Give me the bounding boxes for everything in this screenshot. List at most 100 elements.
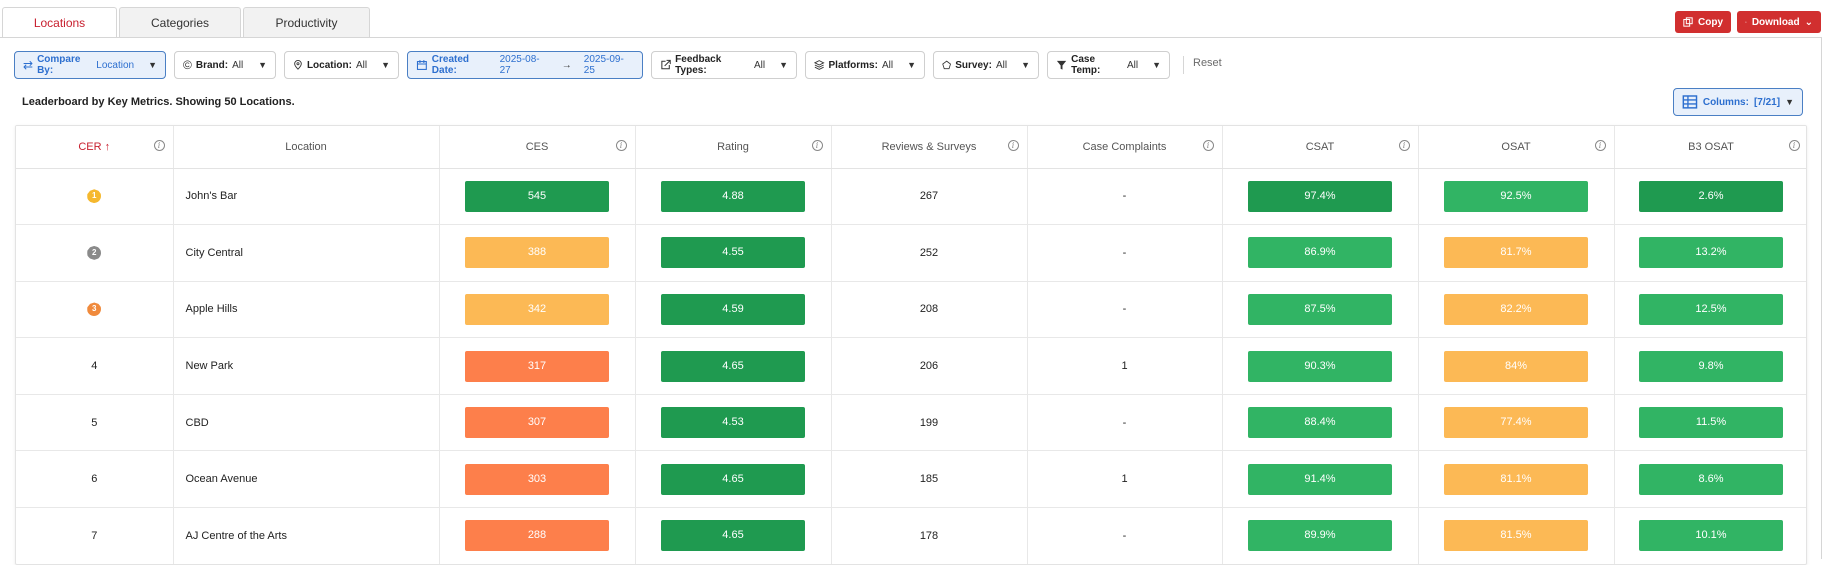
header-location[interactable]: Location (173, 126, 440, 169)
table-row[interactable]: 1 John's Bar 545 4.88 267 - 97.4% 92.5% 2.6% (16, 168, 1806, 226)
feedback-types-select[interactable]: Feedback Types: All ▼ (651, 51, 797, 79)
cases-value: - (1122, 303, 1127, 316)
location-name[interactable]: Ocean Avenue (186, 473, 258, 485)
cell-b3-osat: 2.6% (1614, 168, 1806, 226)
compare-by-select[interactable]: ⇄ Compare By: Location ▼ (14, 51, 166, 79)
case-temp-select[interactable]: Case Temp: All ▼ (1047, 51, 1170, 79)
table-row[interactable]: 5 CBD 307 4.53 199 - 88.4% 77.4% 11.5% (16, 394, 1806, 452)
location-name[interactable]: John's Bar (186, 190, 238, 202)
cell-csat: 88.4% (1222, 394, 1419, 452)
tab-productivity[interactable]: Productivity (243, 7, 370, 37)
ces-pill: 342 (465, 293, 609, 325)
rating-pill: 4.53 (661, 407, 805, 439)
cases-value: - (1122, 246, 1127, 259)
cell-ces: 388 (439, 224, 636, 282)
table-body: 1 John's Bar 545 4.88 267 - 97.4% 92.5% 2.6% 2 Cit… (16, 168, 1806, 564)
calendar-icon (416, 60, 427, 70)
info-icon[interactable]: i (1202, 140, 1214, 151)
reviews-value: 185 (919, 473, 939, 486)
header-case-complaints[interactable]: Case Complaints i (1027, 126, 1223, 169)
table-row[interactable]: 2 City Central 388 4.55 252 - 86.9% 81.7% 13.2% (16, 224, 1806, 282)
info-icon[interactable]: i (811, 140, 823, 151)
layers-icon (814, 60, 825, 70)
cell-location: Ocean Avenue (173, 450, 440, 509)
info-icon[interactable]: i (1594, 140, 1606, 151)
info-icon[interactable]: i (1007, 140, 1019, 151)
survey-select[interactable]: Survey: All ▼ (933, 51, 1039, 79)
header-osat-label: OSAT (1501, 140, 1531, 153)
tab-divider (0, 37, 1822, 38)
pentagon-icon (942, 60, 951, 70)
location-name[interactable]: AJ Centre of the Arts (186, 530, 288, 542)
cell-cases: - (1027, 394, 1223, 452)
location-name[interactable]: Apple Hills (186, 303, 238, 315)
csat-pill: 90.3% (1248, 350, 1392, 382)
header-csat[interactable]: CSAT i (1222, 126, 1419, 169)
b3-osat-pill: 8.6% (1639, 463, 1783, 495)
cell-osat: 81.1% (1418, 450, 1615, 509)
columns-button[interactable]: Columns: [7/21] ▼ (1673, 88, 1803, 116)
tab-locations[interactable]: Locations (2, 7, 117, 38)
chevron-down-icon: ▼ (1152, 60, 1161, 70)
header-cer[interactable]: CER ↑ i (16, 126, 174, 169)
panel-border (1821, 37, 1822, 559)
table-row[interactable]: 4 New Park 317 4.65 206 1 90.3% 84% 9.8% (16, 337, 1806, 395)
header-ces[interactable]: CES i (439, 126, 636, 169)
osat-pill: 82.2% (1444, 293, 1588, 325)
brand-select[interactable]: © Brand: All ▼ (174, 51, 276, 79)
table-row[interactable]: 6 Ocean Avenue 303 4.65 185 1 91.4% 81.1% 8.6% (16, 450, 1806, 509)
cell-osat: 82.2% (1418, 281, 1615, 339)
location-name[interactable]: CBD (186, 417, 209, 429)
created-date-from[interactable]: 2025-08-27 (500, 54, 550, 76)
created-date-range[interactable]: Created Date: 2025-08-27 → 2025-09-25 (407, 51, 643, 79)
cell-reviews: 206 (831, 337, 1028, 395)
copy-button[interactable]: Copy (1675, 11, 1731, 33)
cell-location: CBD (173, 394, 440, 452)
cases-value: - (1122, 416, 1127, 429)
created-date-to[interactable]: 2025-09-25 (584, 54, 634, 76)
tab-categories[interactable]: Categories (119, 7, 241, 37)
download-button[interactable]: Download ⌄ (1737, 11, 1821, 33)
header-rating[interactable]: Rating i (635, 126, 832, 169)
location-select[interactable]: Location: All ▼ (284, 51, 399, 79)
compare-by-value: Location (96, 59, 135, 71)
info-icon[interactable]: i (153, 140, 165, 151)
cell-rank: 1 (16, 168, 174, 226)
header-osat[interactable]: OSAT i (1418, 126, 1615, 169)
ces-pill: 307 (465, 407, 609, 439)
reset-button[interactable]: Reset (1193, 57, 1222, 69)
info-icon[interactable]: i (1398, 140, 1410, 151)
table-row[interactable]: 3 Apple Hills 342 4.59 208 - 87.5% 82.2% 12.5% (16, 281, 1806, 339)
osat-pill: 81.1% (1444, 463, 1588, 495)
cell-csat: 91.4% (1222, 450, 1419, 509)
platforms-value: All (881, 59, 894, 71)
cell-reviews: 199 (831, 394, 1028, 452)
b3-osat-pill: 11.5% (1639, 407, 1783, 439)
cell-rating: 4.65 (635, 507, 832, 564)
reviews-value: 199 (919, 416, 939, 429)
rank-value: 7 (91, 529, 98, 542)
chevron-down-icon: ▼ (907, 60, 916, 70)
chevron-down-icon: ▼ (779, 60, 788, 70)
cases-value: 1 (1121, 473, 1128, 486)
location-name[interactable]: City Central (186, 247, 243, 259)
location-name[interactable]: New Park (186, 360, 234, 372)
feedback-types-label: Feedback Types: (675, 54, 722, 76)
table-header-row: CER ↑ i Location CES i Rating i Reviews & S… (16, 126, 1806, 169)
cell-rank: 2 (16, 224, 174, 282)
cell-osat: 81.5% (1418, 507, 1615, 564)
cell-reviews: 267 (831, 168, 1028, 226)
platforms-select[interactable]: Platforms: All ▼ (805, 51, 925, 79)
csat-pill: 91.4% (1248, 463, 1392, 495)
table-row[interactable]: 7 AJ Centre of the Arts 288 4.65 178 - 89.9% 81… (16, 507, 1806, 564)
info-icon[interactable]: i (1788, 140, 1800, 151)
map-pin-icon (294, 60, 302, 70)
reviews-value: 208 (919, 303, 939, 316)
columns-value: [7/21] (1753, 96, 1781, 108)
info-icon[interactable]: i (615, 140, 627, 151)
cell-ces: 545 (439, 168, 636, 226)
cell-csat: 89.9% (1222, 507, 1419, 564)
header-b3-osat[interactable]: B3 OSAT i (1614, 126, 1806, 169)
cell-location: AJ Centre of the Arts (173, 507, 440, 564)
header-reviews[interactable]: Reviews & Surveys i (831, 126, 1028, 169)
